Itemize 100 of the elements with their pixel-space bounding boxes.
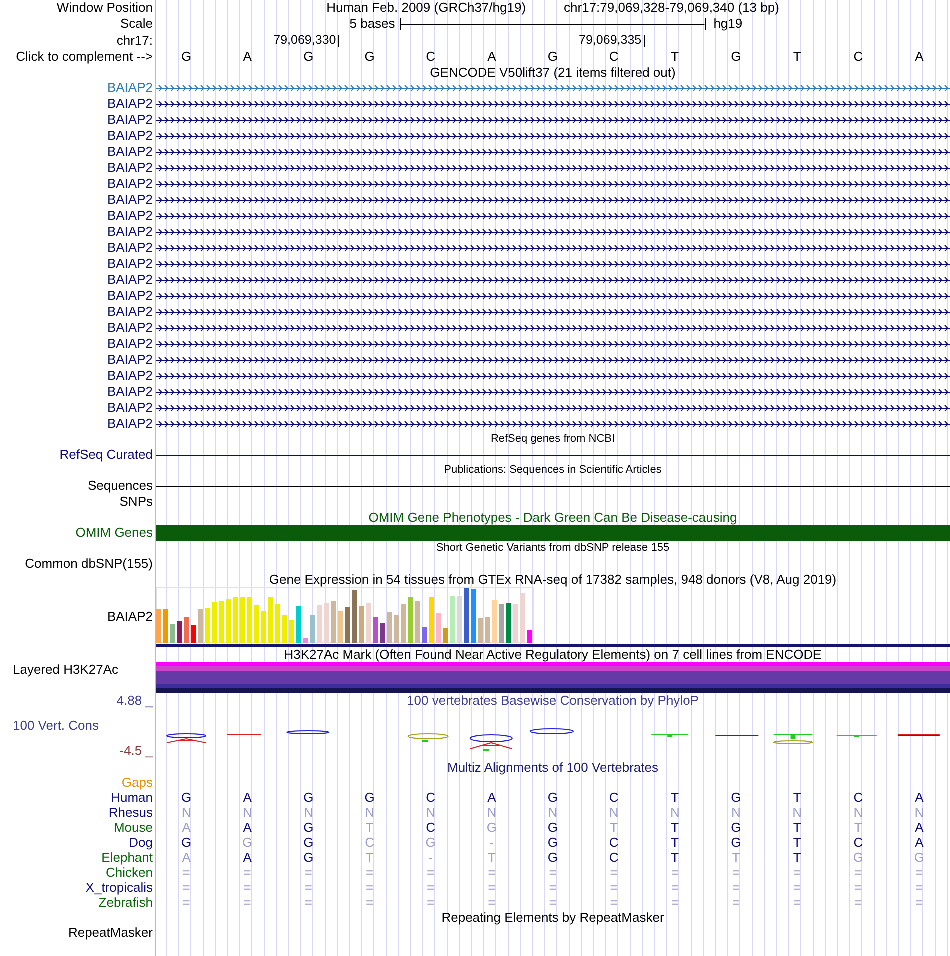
base-letter[interactable]: A: [243, 49, 252, 65]
gene-label[interactable]: BAIAP2: [107, 320, 153, 336]
gene-line[interactable]: [156, 388, 950, 396]
track-label[interactable]: BAIAP2: [107, 609, 153, 625]
track-label[interactable]: Sequences: [88, 478, 153, 494]
gene-label[interactable]: BAIAP2: [107, 144, 153, 160]
base-letter[interactable]: C: [426, 49, 436, 65]
track-label[interactable]: SNPs: [120, 494, 153, 510]
alignment-base: A: [243, 850, 252, 865]
gene-line[interactable]: [156, 324, 950, 332]
base-letter[interactable]: G: [304, 49, 314, 65]
track-label[interactable]: OMIM Genes: [76, 525, 153, 541]
species-label[interactable]: Elephant: [102, 850, 153, 865]
species-label[interactable]: Dog: [129, 835, 153, 850]
gene-label[interactable]: BAIAP2: [107, 352, 153, 368]
base-letter[interactable]: A: [488, 49, 496, 65]
gene-label[interactable]: BAIAP2: [107, 112, 153, 128]
species-label[interactable]: Rhesus: [108, 805, 153, 820]
expression-bar: [324, 603, 330, 643]
alignment-base: A: [915, 835, 924, 850]
gene-label[interactable]: BAIAP2: [107, 240, 153, 256]
gene-line[interactable]: [156, 420, 950, 428]
track-label[interactable]: Layered H3K27Ac: [13, 662, 119, 678]
gene-label[interactable]: BAIAP2: [107, 160, 153, 176]
alignment-base: N: [670, 805, 680, 820]
gene-line[interactable]: [156, 228, 950, 236]
gene-label[interactable]: BAIAP2: [107, 272, 153, 288]
species-label[interactable]: Chicken: [106, 865, 153, 880]
gene-label[interactable]: BAIAP2: [107, 416, 153, 432]
base-letter[interactable]: G: [548, 49, 558, 65]
base-letter[interactable]: G: [731, 49, 742, 65]
gene-line[interactable]: [156, 116, 950, 124]
conservation-glyph: [286, 730, 330, 735]
species-label[interactable]: Zebrafish: [98, 895, 153, 910]
alignment-base: T: [671, 820, 680, 835]
alignment-base: =: [304, 895, 312, 910]
gene-line[interactable]: [156, 340, 950, 348]
base-letter[interactable]: G: [364, 49, 375, 65]
gene-line[interactable]: [156, 164, 950, 172]
gene-line[interactable]: [156, 132, 950, 140]
expression-bar: [366, 603, 372, 643]
gene-line[interactable]: [156, 308, 950, 316]
gene-label[interactable]: BAIAP2: [107, 128, 153, 144]
feature-line[interactable]: [156, 454, 950, 456]
alignment-base: =: [244, 880, 252, 895]
track-title: Publications: Sequences in Scientific Articles: [444, 463, 662, 478]
gene-label[interactable]: BAIAP2: [107, 304, 153, 320]
gene-label[interactable]: BAIAP2: [107, 336, 153, 352]
species-label[interactable]: X_tropicalis: [86, 880, 153, 895]
base-letter[interactable]: T: [793, 49, 802, 65]
gene-line[interactable]: [156, 372, 950, 380]
track-label[interactable]: RefSeq Curated: [60, 447, 153, 463]
alignment-base: G: [364, 790, 375, 805]
alignment-base: T: [671, 790, 680, 805]
track-title: Multiz Alignments of 100 Vertebrates: [447, 760, 658, 775]
base-letter[interactable]: T: [671, 49, 680, 65]
track-label[interactable]: RepeatMasker: [68, 925, 153, 941]
gene-label[interactable]: BAIAP2: [107, 224, 153, 240]
gene-label[interactable]: BAIAP2: [107, 208, 153, 224]
base-letter[interactable]: C: [609, 49, 619, 65]
base-letter[interactable]: G: [181, 49, 192, 65]
gene-label[interactable]: BAIAP2: [107, 176, 153, 192]
alignment-base: G: [548, 835, 558, 850]
expression-bar: [520, 593, 526, 643]
alignment-base: =: [366, 865, 374, 880]
alignment-base: =: [794, 865, 802, 880]
track-label[interactable]: Common dbSNP(155): [25, 556, 153, 572]
gene-label[interactable]: BAIAP2: [107, 96, 153, 112]
gene-line[interactable]: [156, 244, 950, 252]
base-letter[interactable]: A: [915, 49, 924, 65]
gene-label[interactable]: BAIAP2: [107, 80, 153, 96]
gene-label[interactable]: BAIAP2: [107, 288, 153, 304]
expression-bar: [346, 607, 350, 643]
base-letter[interactable]: C: [854, 49, 864, 65]
gene-line[interactable]: [156, 404, 950, 412]
species-label[interactable]: Human: [111, 790, 153, 805]
expression-bar: [492, 600, 498, 643]
gene-label[interactable]: BAIAP2: [107, 400, 153, 416]
gene-label[interactable]: BAIAP2: [107, 192, 153, 208]
gene-label[interactable]: BAIAP2: [107, 368, 153, 384]
gene-line[interactable]: [156, 148, 950, 156]
alignment-base: C: [609, 835, 619, 850]
gene-line[interactable]: [156, 196, 950, 204]
gene-label[interactable]: BAIAP2: [107, 384, 153, 400]
row-label: Scale: [120, 16, 153, 32]
species-label[interactable]: Mouse: [114, 820, 153, 835]
gene-label[interactable]: BAIAP2: [107, 256, 153, 272]
alignment-base: =: [916, 880, 924, 895]
gene-line[interactable]: [156, 276, 950, 284]
gene-line[interactable]: [156, 260, 950, 268]
alignment-base: T: [671, 835, 680, 850]
gene-line[interactable]: [156, 212, 950, 220]
gene-line[interactable]: [156, 180, 950, 188]
gene-line[interactable]: [156, 100, 950, 108]
alignment-base: G: [486, 820, 497, 835]
gene-line[interactable]: [156, 292, 950, 300]
gene-line[interactable]: [156, 356, 950, 364]
expression-bar: [444, 628, 448, 643]
expression-bar: [380, 623, 386, 643]
track-label[interactable]: 100 Vert. Cons: [13, 718, 99, 734]
